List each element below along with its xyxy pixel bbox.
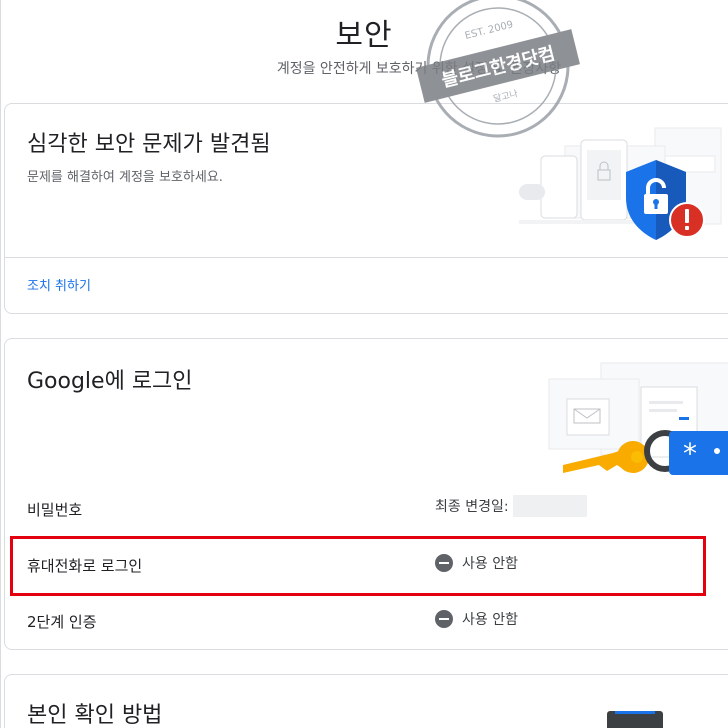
take-action-link[interactable]: 조치 취하기 — [27, 275, 91, 294]
password-last-changed-label: 최종 변경일: — [435, 499, 509, 515]
row-label-2sv[interactable]: 2단계 인증 — [27, 611, 97, 632]
phone-signin-status-text: 사용 안함 — [462, 556, 518, 572]
svg-text:*: * — [683, 437, 697, 470]
issue-card-description: 문제를 해결하여 계정을 보호하세요. — [27, 170, 223, 185]
minus-circle-icon — [435, 554, 453, 572]
page-title: 보안 — [335, 18, 393, 53]
row-label-phone-signin[interactable]: 휴대전화로 로그인 — [27, 555, 142, 576]
2sv-status-text: 사용 안함 — [462, 612, 518, 628]
signin-card-title: Google에 로그인 — [27, 369, 193, 394]
verify-card-title: 본인 확인 방법 — [27, 703, 163, 728]
issue-card-title: 심각한 보안 문제가 발견됨 — [27, 132, 271, 157]
verify-card: 본인 확인 방법 — [4, 674, 728, 728]
frame-left-border — [0, 0, 1, 728]
password-field-icon: * — [669, 431, 728, 475]
page-subtitle: 계정을 안전하게 보호하기 위한 설정 및 권장사항 — [276, 61, 562, 77]
minus-circle-icon — [435, 610, 453, 628]
password-last-changed: 최종 변경일: — [435, 495, 587, 517]
phone-signin-status[interactable]: 사용 안함 — [435, 553, 518, 573]
2sv-status[interactable]: 사용 안함 — [435, 609, 518, 629]
security-issue-card: 심각한 보안 문제가 발견됨 문제를 해결하여 계정을 보호하세요. 조치 취하… — [4, 103, 728, 314]
signin-card: Google에 로그인 * 비밀번호 최종 변경일: 휴대전화로 로그인 사용 … — [4, 338, 728, 650]
row-label-password: 비밀번호 — [27, 501, 83, 519]
blurred-date — [512, 495, 587, 517]
alert-badge-icon — [669, 202, 705, 238]
page-header: 보안 계정을 안전하게 보호하기 위한 설정 및 권장사항 — [0, 0, 728, 104]
issue-card-divider — [5, 257, 728, 258]
device-icon — [607, 711, 663, 728]
